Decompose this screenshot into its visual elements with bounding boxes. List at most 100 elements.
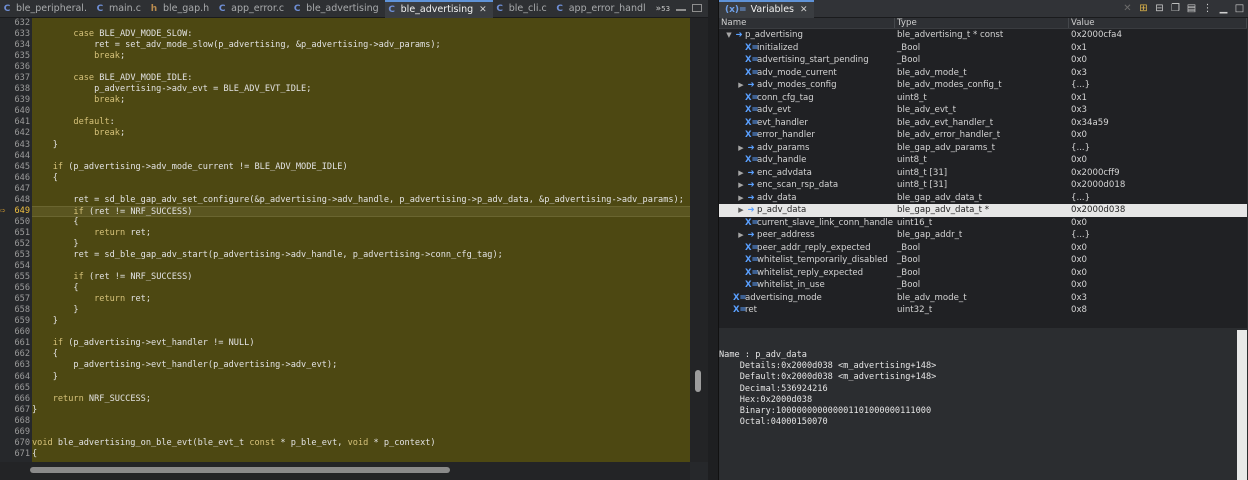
line-number[interactable]: 653	[0, 250, 32, 261]
editor-tab[interactable]: Capp_error.c	[215, 0, 290, 18]
variable-row[interactable]: X= error_handler ble_adv_error_handler_t 0x…	[719, 129, 1247, 142]
editor-tab[interactable]: Cble_advertising	[290, 0, 385, 18]
line-number[interactable]: 670	[0, 438, 32, 449]
variable-value[interactable]: 0x1	[1069, 92, 1247, 105]
line-number[interactable]: 656	[0, 283, 32, 294]
line-number[interactable]: 632	[0, 18, 32, 29]
variable-row[interactable]: X= ret uint32_t 0x8	[719, 304, 1247, 317]
code-line[interactable]: case BLE_ADV_MODE_IDLE:	[32, 73, 690, 84]
code-line[interactable]: ret = sd_ble_gap_adv_set_configure(&p_ad…	[32, 195, 690, 206]
line-number[interactable]: 667	[0, 405, 32, 416]
variable-value[interactable]: 0x0	[1069, 129, 1247, 142]
code-line[interactable]	[32, 106, 690, 117]
variable-value[interactable]: 0x34a59	[1069, 117, 1247, 130]
variable-details-pane[interactable]: Name : p_adv_data Details:0x2000d038 <m_…	[719, 330, 1247, 480]
variable-row[interactable]: X= whitelist_reply_expected _Bool 0x0	[719, 267, 1247, 280]
variable-value[interactable]: {...}	[1069, 229, 1247, 242]
line-number[interactable]: 641	[0, 117, 32, 128]
copy-icon[interactable]: ❐	[1170, 3, 1181, 14]
line-number[interactable]: 664	[0, 372, 32, 383]
line-number[interactable]: 646	[0, 173, 32, 184]
column-type[interactable]: Type	[895, 18, 1069, 28]
code-line[interactable]: p_advertising->evt_handler(p_advertising…	[32, 360, 690, 371]
tab-variables[interactable]: (x)= Variables ✕	[719, 0, 814, 18]
code-line[interactable]: {	[32, 349, 690, 360]
column-value[interactable]: Value	[1069, 18, 1247, 28]
code-line[interactable]: p_advertising->adv_evt = BLE_ADV_EVT_IDL…	[32, 84, 690, 95]
variable-value[interactable]: 0x2000cfa4	[1069, 29, 1247, 42]
remove-all-icon[interactable]: ✕	[1122, 3, 1133, 14]
line-number[interactable]: 663	[0, 360, 32, 371]
code-line[interactable]: }	[32, 239, 690, 250]
editor-tab[interactable]: Cble_peripheral.	[0, 0, 93, 18]
line-number[interactable]: 661	[0, 338, 32, 349]
variable-value[interactable]: 0x3	[1069, 292, 1247, 305]
editor-horizontal-scrollbar[interactable]	[0, 462, 690, 480]
line-number[interactable]: 633	[0, 29, 32, 40]
variable-row[interactable]: X= evt_handler ble_adv_evt_handler_t 0x34a5…	[719, 117, 1247, 130]
expand-toggle-icon[interactable]: ▶	[737, 79, 745, 92]
code-line[interactable]	[32, 184, 690, 195]
line-number[interactable]: 652	[0, 239, 32, 250]
variable-value[interactable]: 0x2000cff9	[1069, 167, 1247, 180]
line-number[interactable]: 643	[0, 140, 32, 151]
variable-row[interactable]: X= advertising_start_pending _Bool 0x0	[719, 54, 1247, 67]
code-area[interactable]: 632 633 634 635 636 637 638 639 640 641 642 643 644 6…	[0, 18, 690, 462]
line-number[interactable]: 647	[0, 184, 32, 195]
code-line[interactable]: if (ret != NRF_SUCCESS)	[32, 272, 690, 283]
line-number[interactable]: 648	[0, 195, 32, 206]
variable-row[interactable]: ▶ ➜ peer_address ble_gap_addr_t {...}	[719, 229, 1247, 242]
expand-toggle-icon[interactable]: ▶	[737, 142, 745, 155]
code-line[interactable]: }	[32, 372, 690, 383]
maximize-icon[interactable]: □	[1234, 3, 1245, 14]
code-line[interactable]: return NRF_SUCCESS;	[32, 394, 690, 405]
code-line[interactable]: if (ret != NRF_SUCCESS)	[32, 205, 690, 217]
expand-toggle-icon[interactable]: ▶	[737, 167, 745, 180]
code-line[interactable]: break;	[32, 51, 690, 62]
line-number[interactable]: 665	[0, 383, 32, 394]
expand-toggle-icon[interactable]: ▼	[725, 29, 733, 42]
variable-row[interactable]: X= whitelist_temporarily_disabled _Bool 0x0	[719, 254, 1247, 267]
variable-row[interactable]: X= whitelist_in_use _Bool 0x0	[719, 279, 1247, 292]
maximize-icon[interactable]	[692, 4, 702, 12]
variable-row[interactable]: ▶ ➜ adv_params ble_gap_adv_params_t {...}	[719, 142, 1247, 155]
variable-row[interactable]: ▶ ➜ p_adv_data ble_gap_adv_data_t * 0x2000d0…	[719, 204, 1247, 217]
line-number[interactable]: 660	[0, 327, 32, 338]
line-number[interactable]: 658	[0, 305, 32, 316]
editor-tab[interactable]: Cble_advertising ✕	[384, 0, 493, 18]
code-line[interactable]: ret = set_adv_mode_slow(p_advertising, &…	[32, 40, 690, 51]
code-line[interactable]	[32, 261, 690, 272]
editor-tab[interactable]: Capp_error_handl	[553, 0, 652, 18]
line-number-gutter[interactable]: 632 633 634 635 636 637 638 639 640 641 642 643 644 6…	[0, 18, 32, 462]
expand-toggle-icon[interactable]: ▶	[737, 204, 745, 217]
tab-overflow-button[interactable]: » 53	[656, 4, 670, 14]
variable-value[interactable]: 0x2000d018	[1069, 179, 1247, 192]
line-number[interactable]: 637	[0, 73, 32, 84]
code-line[interactable]	[32, 327, 690, 338]
variable-value[interactable]: 0x2000d038	[1069, 204, 1247, 217]
variable-value[interactable]: 0x3	[1069, 104, 1247, 117]
line-number[interactable]: 651	[0, 228, 32, 239]
line-number[interactable]: 666	[0, 394, 32, 405]
editor-horizontal-scroll-thumb[interactable]	[30, 467, 450, 473]
variable-value[interactable]: {...}	[1069, 192, 1247, 205]
code-line[interactable]: {	[32, 449, 690, 460]
variable-value[interactable]: {...}	[1069, 142, 1247, 155]
editor-tab[interactable]: Cble_cli.c	[493, 0, 553, 18]
code-line[interactable]: break;	[32, 128, 690, 139]
editor-vertical-scrollbar[interactable]	[690, 18, 708, 462]
code-line[interactable]: }	[32, 305, 690, 316]
editor-tab[interactable]: h ble_gap.h	[147, 0, 215, 18]
collapse-all-icon[interactable]: ⊟	[1154, 3, 1165, 14]
variable-row[interactable]: X= adv_evt ble_adv_evt_t 0x3	[719, 104, 1247, 117]
line-number[interactable]: 634	[0, 40, 32, 51]
code-line[interactable]: void ble_advertising_on_ble_evt(ble_evt_…	[32, 438, 690, 449]
code-line[interactable]	[32, 151, 690, 162]
variable-value[interactable]: {...}	[1069, 79, 1247, 92]
variable-value[interactable]: 0x8	[1069, 304, 1247, 317]
variable-row[interactable]: X= advertising_mode ble_adv_mode_t 0x3	[719, 292, 1247, 305]
code-line[interactable]: case BLE_ADV_MODE_SLOW:	[32, 29, 690, 40]
variable-row[interactable]: X= adv_handle uint8_t 0x0	[719, 154, 1247, 167]
minimize-icon[interactable]	[676, 8, 686, 11]
line-number[interactable]: 645	[0, 162, 32, 173]
